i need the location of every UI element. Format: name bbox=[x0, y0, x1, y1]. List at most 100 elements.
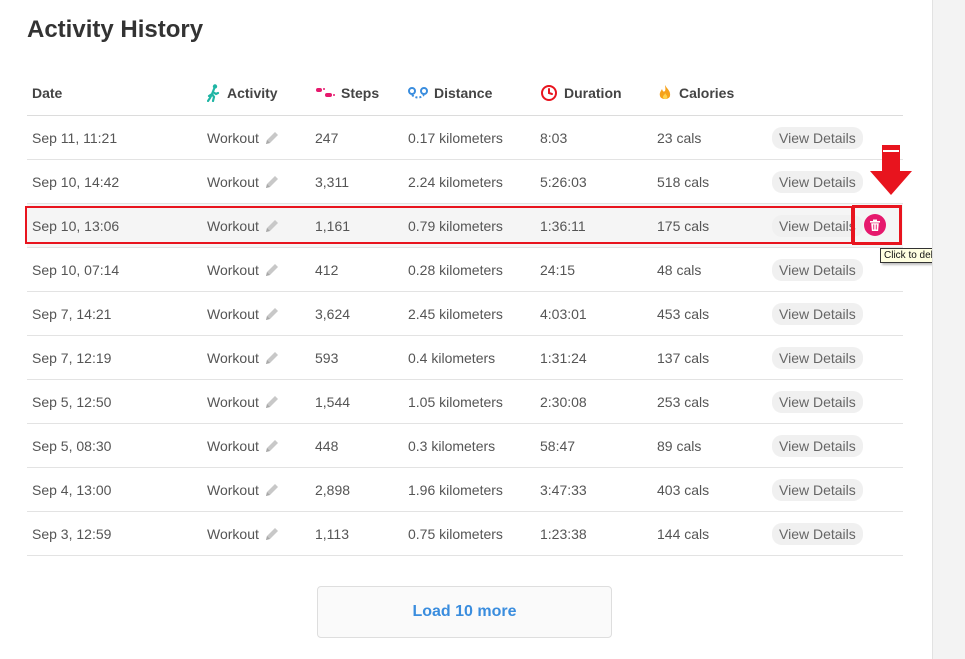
page-title: Activity History bbox=[27, 16, 204, 43]
row-distance: 0.17 kilometers bbox=[408, 129, 503, 146]
row-duration: 1:23:38 bbox=[540, 525, 587, 542]
row-activity: Workout bbox=[207, 424, 281, 467]
pencil-icon[interactable] bbox=[263, 481, 281, 499]
row-activity-label: Workout bbox=[207, 393, 259, 410]
row-calories: 453 cals bbox=[657, 305, 710, 322]
row-duration: 1:36:11 bbox=[540, 217, 586, 234]
pencil-icon[interactable] bbox=[263, 437, 281, 455]
row-steps: 3,311 bbox=[315, 173, 349, 190]
view-details-button[interactable]: View Details bbox=[772, 434, 863, 457]
header-date: Date bbox=[32, 84, 63, 101]
row-activity-label: Workout bbox=[207, 217, 259, 234]
row-duration: 5:26:03 bbox=[540, 173, 587, 190]
table-row: Sep 5, 08:30 Workout 448 0.3 kilometers 58:4… bbox=[27, 424, 903, 468]
delete-button[interactable] bbox=[864, 214, 886, 236]
pencil-icon[interactable] bbox=[263, 217, 281, 235]
row-date: Sep 5, 12:50 bbox=[32, 393, 112, 410]
route-icon bbox=[408, 86, 428, 100]
row-steps: 1,161 bbox=[315, 217, 351, 234]
row-date: Sep 11, 11:21 bbox=[32, 129, 118, 146]
row-duration: 3:47:33 bbox=[540, 481, 587, 498]
row-distance: 0.79 kilometers bbox=[408, 217, 503, 234]
row-distance: 1.96 kilometers bbox=[408, 481, 503, 498]
row-distance: 2.24 kilometers bbox=[408, 173, 503, 190]
pencil-icon[interactable] bbox=[263, 173, 281, 191]
row-date: Sep 10, 13:06 bbox=[32, 217, 120, 234]
right-panel-edge bbox=[932, 0, 965, 659]
row-duration: 24:15 bbox=[540, 261, 576, 278]
row-date: Sep 5, 08:30 bbox=[32, 437, 112, 454]
walking-person-icon bbox=[207, 83, 221, 102]
row-activity: Workout bbox=[207, 116, 281, 159]
view-details-button[interactable]: View Details bbox=[772, 258, 863, 281]
clock-icon bbox=[540, 84, 558, 102]
pencil-icon[interactable] bbox=[263, 393, 281, 411]
row-steps: 448 bbox=[315, 437, 339, 454]
view-details-button[interactable]: View Details bbox=[772, 170, 863, 193]
row-view-cell: View Details bbox=[772, 512, 863, 555]
load-more-button[interactable]: Load 10 more bbox=[317, 586, 612, 638]
view-details-button[interactable]: View Details bbox=[772, 478, 863, 501]
view-details-button[interactable]: View Details bbox=[772, 126, 863, 149]
row-activity: Workout bbox=[207, 204, 281, 247]
header-calories: Calories bbox=[657, 70, 734, 115]
pencil-icon[interactable] bbox=[263, 305, 281, 323]
row-steps: 3,624 bbox=[315, 305, 351, 322]
pencil-icon[interactable] bbox=[263, 525, 281, 543]
header-distance-label: Distance bbox=[434, 84, 493, 101]
header-duration: Duration bbox=[540, 70, 622, 115]
row-activity: Workout bbox=[207, 336, 281, 379]
header-activity-label: Activity bbox=[227, 84, 278, 101]
table-row: Sep 11, 11:21 Workout 247 0.17 kilometers 8:… bbox=[27, 116, 903, 160]
row-distance: 1.05 kilometers bbox=[408, 393, 503, 410]
row-calories: 175 cals bbox=[657, 217, 710, 234]
table-row: Sep 10, 13:06 Workout 1,161 0.79 kilometers… bbox=[27, 204, 903, 248]
row-activity-label: Workout bbox=[207, 129, 259, 146]
row-activity: Workout bbox=[207, 292, 281, 335]
row-calories: 253 cals bbox=[657, 393, 710, 410]
row-activity-label: Workout bbox=[207, 349, 259, 366]
row-duration: 58:47 bbox=[540, 437, 576, 454]
row-distance: 0.3 kilometers bbox=[408, 437, 496, 454]
pencil-icon[interactable] bbox=[263, 349, 281, 367]
pencil-icon[interactable] bbox=[263, 129, 281, 147]
header-steps-label: Steps bbox=[341, 84, 380, 101]
row-duration: 2:30:08 bbox=[540, 393, 587, 410]
view-details-button[interactable]: View Details bbox=[772, 302, 863, 325]
table-row: Sep 7, 12:19 Workout 593 0.4 kilometers 1:31… bbox=[27, 336, 903, 380]
row-view-cell: View Details bbox=[772, 116, 863, 159]
row-calories: 403 cals bbox=[657, 481, 710, 498]
header-distance: Distance bbox=[408, 70, 492, 115]
header-calories-label: Calories bbox=[679, 84, 735, 101]
row-view-cell: View Details bbox=[772, 204, 863, 247]
view-details-button[interactable]: View Details bbox=[772, 390, 863, 413]
row-calories: 48 cals bbox=[657, 261, 702, 278]
row-activity-label: Workout bbox=[207, 261, 259, 278]
row-date: Sep 7, 14:21 bbox=[32, 305, 112, 322]
table-row: Sep 4, 13:00 Workout 2,898 1.96 kilometers 3… bbox=[27, 468, 903, 512]
table-row: Sep 7, 14:21 Workout 3,624 2.45 kilometers 4… bbox=[27, 292, 903, 336]
row-view-cell: View Details bbox=[772, 160, 863, 203]
table-header: Date Activity Steps Distance Duration Ca… bbox=[27, 70, 903, 116]
pencil-icon[interactable] bbox=[263, 261, 281, 279]
row-duration: 4:03:01 bbox=[540, 305, 587, 322]
row-date: Sep 10, 07:14 bbox=[32, 261, 120, 278]
row-activity: Workout bbox=[207, 160, 281, 203]
view-details-button[interactable]: View Details bbox=[772, 214, 863, 237]
row-distance: 2.45 kilometers bbox=[408, 305, 503, 322]
table-row: Sep 10, 14:42 Workout 3,311 2.24 kilometers… bbox=[27, 160, 903, 204]
annotation-arrow bbox=[868, 145, 914, 202]
row-calories: 23 cals bbox=[657, 129, 702, 146]
row-view-cell: View Details bbox=[772, 424, 863, 467]
row-distance: 0.4 kilometers bbox=[408, 349, 496, 366]
view-details-button[interactable]: View Details bbox=[772, 522, 863, 545]
table-row: Sep 5, 12:50 Workout 1,544 1.05 kilometers 2… bbox=[27, 380, 903, 424]
row-calories: 144 cals bbox=[657, 525, 710, 542]
row-distance: 0.75 kilometers bbox=[408, 525, 503, 542]
row-date: Sep 10, 14:42 bbox=[32, 173, 120, 190]
view-details-button[interactable]: View Details bbox=[772, 346, 863, 369]
row-steps: 593 bbox=[315, 349, 339, 366]
row-distance: 0.28 kilometers bbox=[408, 261, 503, 278]
header-activity: Activity bbox=[207, 70, 278, 115]
row-activity-label: Workout bbox=[207, 481, 259, 498]
